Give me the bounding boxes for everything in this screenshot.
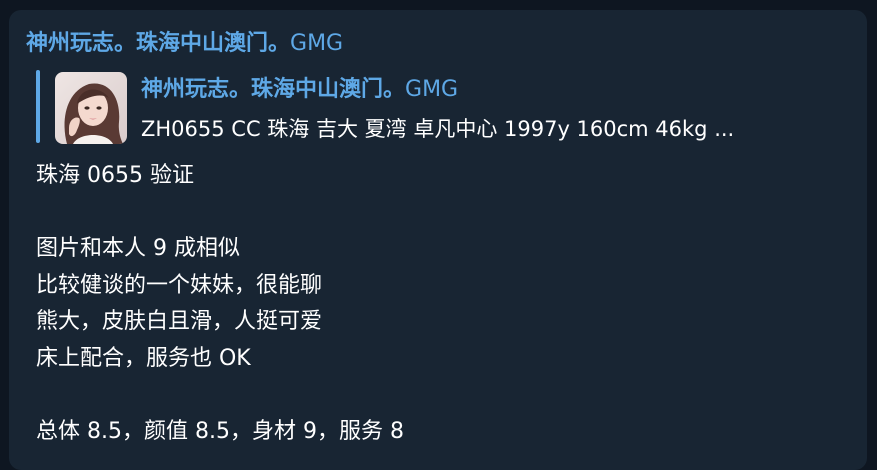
message-line (36, 195, 856, 232)
reply-accent-bar (36, 70, 40, 143)
sender-name[interactable]: 神州玩志。珠海中山澳门。GMG (26, 30, 343, 58)
message-line: 比较健谈的一个妹妹，很能聊 (36, 272, 323, 298)
message-line: 图片和本人 9 成相似 (36, 236, 240, 261)
message-line: 总体 8.5，颜值 8.5，身材 9，服务 8 (36, 418, 404, 444)
reply-thumbnail[interactable] (55, 72, 127, 144)
reply-preview-text: ZH0655 CC 珠海 吉大 夏湾 卓凡中心 1997y 160cm 46kg… (141, 117, 735, 141)
sender-name-text: 神州玩志。珠海中山澳门。 (26, 31, 291, 56)
profile-photo-icon (55, 72, 127, 144)
message-line: 珠海 0655 验证 (36, 163, 194, 188)
reply-title-tag: GMG (405, 77, 459, 102)
reply-title: 神州玩志。珠海中山澳门。GMG (141, 76, 458, 104)
message-text: 珠海 0655 验证 图片和本人 9 成相似 比较健谈的一个妹妹，很能聊 熊大，… (36, 158, 856, 450)
message-line: 床上配合，服务也 OK (36, 345, 251, 371)
message-line: 熊大，皮肤白且滑，人挺可爱 (36, 309, 323, 334)
message-line (36, 377, 856, 414)
reply-title-text: 神州玩志。珠海中山澳门。 (141, 77, 406, 102)
reply-preview-block[interactable]: 神州玩志。珠海中山澳门。GMG ZH0655 CC 珠海 吉大 夏湾 卓凡中心 … (36, 70, 846, 144)
sender-tag: GMG (290, 31, 344, 56)
